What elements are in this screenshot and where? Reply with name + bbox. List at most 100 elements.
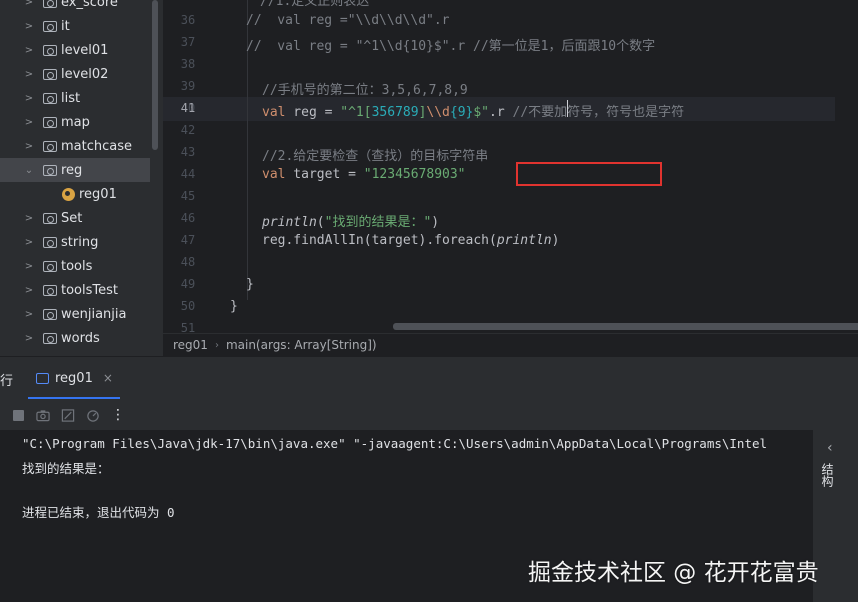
run-tab-label: reg01 xyxy=(55,370,93,386)
tree-item-label: level01 xyxy=(61,42,109,58)
breadcrumb: reg01 › main(args: Array[String]) xyxy=(163,333,858,356)
console-line: "C:\Program Files\Java\jdk-17\bin\java.e… xyxy=(22,436,768,451)
chevron-right-icon[interactable]: > xyxy=(24,21,34,32)
run-tab-reg01[interactable]: reg01 × xyxy=(28,359,120,399)
profiler-gauge-icon[interactable] xyxy=(86,408,100,422)
tree-item-map[interactable]: > map xyxy=(0,110,163,134)
console-line: 进程已结束，退出代码为 0 xyxy=(22,505,175,520)
chevron-right-icon[interactable]: > xyxy=(24,333,34,344)
stop-icon xyxy=(12,409,24,421)
code-line-37: // val reg ="\\d\\d\\d".r xyxy=(246,13,450,28)
editor-gutter: 41 42 43 44 45 46 47 48 49 50 51 xyxy=(163,0,213,335)
line-number: 47 xyxy=(180,233,196,247)
tree-item-label: reg01 xyxy=(79,186,117,202)
chevron-right-icon[interactable]: > xyxy=(24,141,34,152)
breadcrumb-item-method[interactable]: main(args: Array[String]) xyxy=(226,338,377,352)
tree-item-ex-score[interactable]: > ex_score xyxy=(0,0,163,14)
line-number: 42 xyxy=(180,123,196,137)
tree-item-label: matchcase xyxy=(61,138,132,154)
chevron-right-icon[interactable]: > xyxy=(24,69,34,80)
code-line-41: val reg = "^1[356789]\\d{9}$".r //不要加符号，… xyxy=(262,105,685,120)
close-icon[interactable]: × xyxy=(103,371,113,385)
tree-item-set[interactable]: > Set xyxy=(0,206,163,230)
run-toolbar: ⋮ xyxy=(0,400,160,430)
chevron-right-icon[interactable]: > xyxy=(24,117,34,128)
tree-item-label: reg xyxy=(61,162,83,178)
chevron-right-icon[interactable]: > xyxy=(24,261,34,272)
stop-button[interactable] xyxy=(11,408,25,422)
code-editor[interactable]: 36 37 38 39 40 //1.定义正则表达 // val reg ="\… xyxy=(163,0,858,333)
tree-item-words[interactable]: > words xyxy=(0,326,163,350)
tree-item-it[interactable]: > it xyxy=(0,14,163,38)
tree-item-list[interactable]: > list xyxy=(0,86,163,110)
chevron-right-icon[interactable]: > xyxy=(24,213,34,224)
line-number: 45 xyxy=(180,189,196,203)
tree-item-label: toolsTest xyxy=(61,282,118,298)
tree-item-string[interactable]: > string xyxy=(0,230,163,254)
package-folder-icon xyxy=(43,260,57,272)
tree-item-reg01[interactable]: reg01 xyxy=(0,182,163,206)
chevron-right-icon[interactable]: > xyxy=(24,237,34,248)
tree-item-label: wenjianjia xyxy=(61,306,127,322)
code-line-40: //手机号的第二位：3,5,6,7,8,9 xyxy=(262,83,468,98)
code-line-49: } xyxy=(246,277,254,292)
package-folder-icon xyxy=(43,332,57,344)
tree-item-tools[interactable]: > tools xyxy=(0,254,163,278)
tree-item-label: level02 xyxy=(61,66,109,82)
tree-item-level02[interactable]: > level02 xyxy=(0,62,163,86)
line-number: 49 xyxy=(180,277,196,291)
package-folder-icon xyxy=(43,308,57,320)
text-caret xyxy=(567,100,568,117)
tree-item-wenjianjia[interactable]: > wenjianjia xyxy=(0,302,163,326)
line-number: 43 xyxy=(180,145,196,159)
scala-object-icon xyxy=(62,187,75,201)
tree-item-toolstest[interactable]: > toolsTest xyxy=(0,278,163,302)
line-number: 48 xyxy=(180,255,196,269)
package-folder-icon xyxy=(43,116,57,128)
breadcrumb-separator-icon: › xyxy=(214,339,219,351)
console-line: 找到的结果是： xyxy=(22,461,110,476)
run-window-title: 行 xyxy=(0,374,14,389)
line-number: 46 xyxy=(180,211,196,225)
chevron-right-icon[interactable]: > xyxy=(24,285,34,296)
package-folder-icon xyxy=(43,140,57,152)
chevron-right-icon[interactable]: > xyxy=(24,309,34,320)
package-folder-icon xyxy=(43,68,57,80)
package-folder-icon xyxy=(43,212,57,224)
run-tool-window-header: 行 reg01 × xyxy=(0,356,858,400)
tree-item-label: string xyxy=(61,234,99,250)
restore-layout-icon[interactable] xyxy=(61,408,75,422)
package-folder-icon xyxy=(43,44,57,56)
project-tree: > ex_score > it > level01 > level02 > li… xyxy=(0,0,163,356)
structure-panel-label[interactable]: 结构 xyxy=(820,463,836,487)
tree-item-label: Set xyxy=(61,210,83,226)
code-line-50: } xyxy=(230,299,238,314)
chevron-right-icon[interactable]: > xyxy=(24,0,34,8)
chevron-right-icon[interactable]: > xyxy=(24,45,34,56)
tree-item-level01[interactable]: > level01 xyxy=(0,38,163,62)
package-folder-icon xyxy=(43,284,57,296)
line-number: 41 xyxy=(180,101,196,115)
package-folder-icon xyxy=(43,20,57,32)
breadcrumb-item-object[interactable]: reg01 xyxy=(173,338,208,352)
editor-horizontal-scrollbar[interactable] xyxy=(393,323,858,330)
tree-scrollbar[interactable] xyxy=(152,0,158,150)
camera-icon[interactable] xyxy=(36,408,50,422)
chevron-right-icon[interactable]: > xyxy=(24,93,34,104)
code-line-36: //1.定义正则表达 xyxy=(260,0,370,9)
tree-item-reg[interactable]: ⌄ reg xyxy=(0,158,150,182)
chevron-down-icon[interactable]: ⌄ xyxy=(24,165,34,176)
chevron-left-icon[interactable]: ‹ xyxy=(827,440,833,456)
more-options-icon[interactable]: ⋮ xyxy=(111,407,125,423)
code-line-38: // val reg = "^1\\d{10}$".r //第一位是1，后面跟1… xyxy=(246,39,656,54)
code-line-44: val target = "12345678903" xyxy=(262,167,466,182)
structure-side-panel xyxy=(813,430,858,602)
tree-item-label: map xyxy=(61,114,90,130)
line-number: 44 xyxy=(180,167,196,181)
tree-item-label: list xyxy=(61,90,81,106)
code-line-46: println("找到的结果是：") xyxy=(262,215,440,230)
tree-item-matchcase[interactable]: > matchcase xyxy=(0,134,163,158)
package-folder-icon xyxy=(43,0,57,8)
code-line-43: //2.给定要检查（查找）的目标字符串 xyxy=(262,149,489,164)
tree-item-label: words xyxy=(61,330,100,346)
